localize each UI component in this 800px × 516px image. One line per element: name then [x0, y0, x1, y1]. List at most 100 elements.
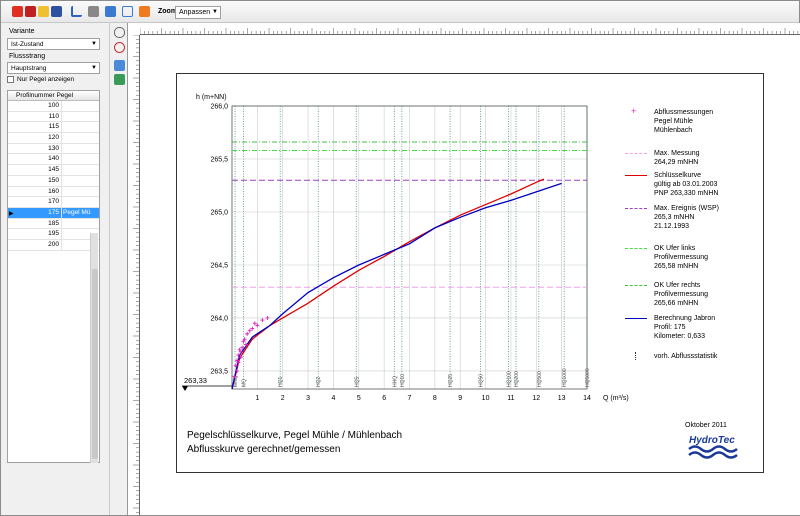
- x-tick-label: 6: [382, 395, 386, 402]
- table-row[interactable]: 130: [8, 143, 99, 155]
- checkbox-box[interactable]: [7, 76, 14, 83]
- profile-table: Profilnummer Pegel 100 110 115 120 130 140 145…: [7, 90, 100, 463]
- table-row[interactable]: 170: [8, 197, 99, 208]
- measurement-point: [245, 331, 250, 336]
- table-row[interactable]: 160: [8, 186, 99, 198]
- fit-icon[interactable]: [114, 60, 125, 71]
- legend-swatch: +: [631, 106, 637, 116]
- open-icon[interactable]: [38, 6, 49, 17]
- table-row[interactable]: 185: [8, 218, 99, 230]
- row-profilnummer: 195: [16, 229, 62, 239]
- chevron-down-icon: ▼: [212, 9, 218, 15]
- legend-entry: OK Ufer links Profilvermessung 265,58 mN…: [654, 245, 709, 270]
- measurement-point: [260, 318, 265, 323]
- export-icon[interactable]: [105, 6, 116, 17]
- series-line: [231, 182, 562, 390]
- save-icon[interactable]: [51, 6, 62, 17]
- legend-swatch: [625, 248, 647, 249]
- x-tick-label: 12: [532, 395, 540, 402]
- table-row[interactable]: 200: [8, 239, 99, 251]
- x-tick-label: 3: [306, 395, 310, 402]
- table-row[interactable]: 115: [8, 122, 99, 134]
- settings-icon[interactable]: [139, 6, 150, 17]
- vertical-ruler: [128, 35, 140, 515]
- row-profilnummer: 120: [16, 133, 62, 143]
- y-tick-label: 266,0: [210, 104, 228, 111]
- legend-entry: OK Ufer rechts Profilvermessung 265,66 m…: [654, 282, 709, 307]
- y-tick-label: 265,5: [210, 156, 228, 163]
- table-scrollbar[interactable]: [90, 233, 98, 463]
- preview-canvas[interactable]: MNQ MQ HQ1 HQ2 HQ5 HHQ HQ10 HQ25 HQ50 HQ100 HQ200 H…: [127, 23, 800, 515]
- stat-label: HQ2: [316, 377, 322, 388]
- x-tick-label: 13: [558, 395, 566, 402]
- legend-entry: vorh. Abflussstatistik: [654, 353, 718, 360]
- measurement-point: [247, 328, 252, 333]
- zoom-value: Anpassen: [179, 9, 211, 16]
- x-tick-label: 11: [507, 395, 514, 402]
- flussstrang-select[interactable]: Hauptstrang ▼: [7, 62, 100, 74]
- new-icon[interactable]: [12, 6, 23, 17]
- stat-label: HQ100: [506, 371, 512, 387]
- x-tick-label: 1: [255, 395, 259, 402]
- toolbar: Zoom Anpassen ▼: [1, 1, 799, 23]
- print-icon[interactable]: [88, 6, 99, 17]
- legend-entry: Max. Messung 264,29 mNHN: [654, 150, 700, 166]
- row-profilnummer: 140: [16, 154, 62, 165]
- y-axis-label: h (m+NN): [196, 94, 227, 101]
- table-row[interactable]: 120: [8, 133, 99, 144]
- table-row[interactable]: 140: [8, 154, 99, 166]
- report-page: MNQ MQ HQ1 HQ2 HQ5 HHQ HQ10 HQ25 HQ50 HQ100 HQ200 H…: [176, 73, 764, 473]
- legend-entry: Max. Ereignis (WSP) 265,3 mNHN 21.12.199…: [654, 205, 719, 230]
- series-line: [231, 178, 545, 390]
- report-title: Pegelschlüsselkurve, Pegel Mühle / Mühle…: [187, 430, 403, 441]
- measurement-point: [265, 315, 270, 320]
- legend-swatch: [625, 285, 647, 286]
- start-marker-arrow-icon: [182, 386, 188, 391]
- nur-pegel-checkbox[interactable]: Nur Pegel anzeigen: [7, 76, 74, 83]
- delete-icon[interactable]: [25, 6, 36, 17]
- flussstrang-label: Flussstrang: [9, 53, 46, 60]
- flussstrang-value: Hauptstrang: [11, 65, 47, 72]
- zoom-icon[interactable]: [114, 42, 125, 53]
- legend-entry: Berechnung Jabron Profil: 175 Kilometer:…: [654, 315, 716, 340]
- chevron-down-icon: ▼: [91, 65, 97, 71]
- row-profilnummer: 200: [16, 239, 62, 250]
- copy-icon[interactable]: [122, 6, 133, 17]
- zoom-select[interactable]: Anpassen ▼: [175, 6, 221, 19]
- y-tick-label: 264,0: [210, 315, 228, 322]
- table-row[interactable]: 150: [8, 175, 99, 187]
- start-marker-label: 263,33: [184, 376, 207, 385]
- report-subtitle: Abflusskurve gerechnet/gemessen: [187, 444, 341, 455]
- stat-label: HQ50: [479, 374, 485, 387]
- stat-label: HQ1000: [562, 368, 568, 387]
- table-row[interactable]: ▶ 175 Pegel Mü: [8, 207, 99, 219]
- variante-label: Variante: [9, 28, 35, 35]
- sidebar: Variante Ist-Zustand ▼ Flussstrang Haupts…: [1, 23, 105, 515]
- table-row[interactable]: 100: [8, 101, 99, 112]
- horizontal-ruler: [140, 23, 800, 35]
- row-profilnummer: 170: [16, 197, 62, 207]
- scrollbar-thumb[interactable]: [92, 269, 98, 459]
- x-tick-label: 9: [458, 395, 462, 402]
- stat-label: MQ: [241, 379, 247, 387]
- y-tick-label: 265,0: [210, 209, 228, 216]
- variante-select[interactable]: Ist-Zustand ▼: [7, 38, 100, 50]
- measurement-point: [250, 326, 255, 331]
- report-date: Oktober 2011: [685, 422, 727, 429]
- y-tick-label: 263,5: [210, 368, 228, 375]
- layout-icon[interactable]: [114, 74, 125, 85]
- legend-swatch: [625, 208, 647, 209]
- x-tick-label: 14: [583, 395, 591, 402]
- measurement-point: [255, 323, 260, 328]
- pan-hand-icon[interactable]: [114, 27, 125, 38]
- stat-label: HQ500: [537, 371, 543, 387]
- stat-label: HQ5000: [585, 368, 591, 387]
- table-row[interactable]: 145: [8, 165, 99, 176]
- table-row[interactable]: 195: [8, 229, 99, 240]
- logo-text: HydroTec: [689, 435, 735, 446]
- chart-icon[interactable]: [71, 6, 82, 17]
- table-row[interactable]: 110: [8, 111, 99, 123]
- variante-value: Ist-Zustand: [11, 41, 44, 48]
- x-tick-label: 4: [331, 395, 335, 402]
- row-pointer-icon: ▶: [9, 210, 14, 217]
